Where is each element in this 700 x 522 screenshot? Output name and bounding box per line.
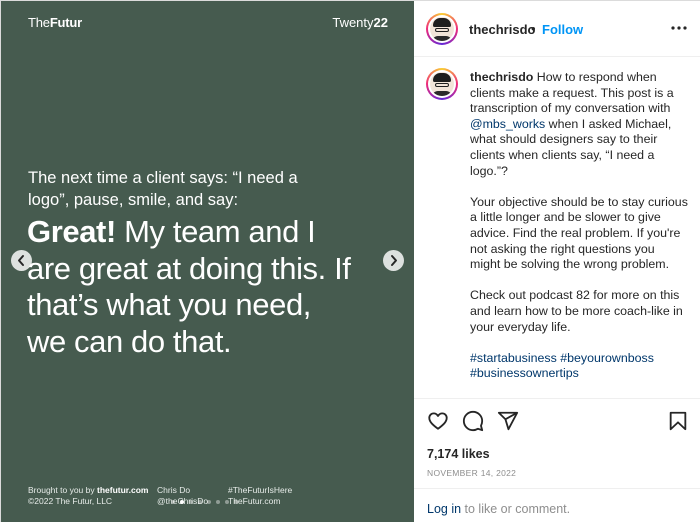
follow-button[interactable]: Follow bbox=[542, 22, 583, 37]
bookmark-icon[interactable] bbox=[667, 410, 689, 432]
like-count[interactable]: 7,174 likes bbox=[427, 447, 490, 461]
carousel-dot bbox=[225, 500, 229, 504]
next-slide-button[interactable] bbox=[383, 250, 404, 271]
slide-headline: Great! My team and I are great at doing … bbox=[27, 214, 351, 359]
comment-bar: Log in to like or comment. bbox=[414, 488, 700, 522]
carousel-indicator bbox=[171, 500, 243, 504]
carousel-dot bbox=[216, 500, 220, 504]
mention-link[interactable]: @mbs_works bbox=[470, 117, 545, 131]
carousel-dot bbox=[207, 500, 211, 504]
hashtag-link[interactable]: #businessownertips bbox=[470, 366, 579, 380]
username-link[interactable]: thechrisdo bbox=[469, 22, 535, 37]
hashtag-links[interactable]: #startabusiness #beyourownboss bbox=[470, 351, 654, 365]
carousel-dot bbox=[234, 500, 238, 504]
comment-icon[interactable] bbox=[462, 410, 484, 432]
separator-dot: • bbox=[531, 21, 536, 36]
brand-logo-left: TheFutur bbox=[28, 15, 83, 30]
brand-logo-right: Twenty22 bbox=[332, 15, 388, 30]
avatar[interactable] bbox=[426, 13, 458, 45]
chevron-left-icon bbox=[18, 255, 24, 266]
more-options-icon[interactable] bbox=[670, 18, 688, 35]
chevron-right-icon bbox=[391, 255, 397, 266]
carousel-dot bbox=[198, 500, 202, 504]
caption-username[interactable]: thechrisdo bbox=[470, 70, 533, 84]
login-link[interactable]: Log in bbox=[427, 502, 461, 516]
post-header: thechrisdo • Follow bbox=[414, 1, 700, 57]
slide-footer-credits: Brought to you by thefutur.com ©2022 The… bbox=[28, 485, 149, 506]
share-icon[interactable] bbox=[497, 410, 519, 432]
caption-avatar[interactable] bbox=[426, 68, 458, 100]
carousel-dot bbox=[189, 500, 193, 504]
caption-paragraph: Your objective should be to stay curious… bbox=[470, 194, 688, 272]
carousel-dot bbox=[180, 500, 184, 504]
post-actions: 7,174 likes NOVEMBER 14, 2022 Log in to … bbox=[414, 398, 700, 522]
caption-section: thechrisdo How to respond when clients m… bbox=[414, 58, 700, 398]
slide-lead-text: The next time a client says: “I need a l… bbox=[28, 169, 298, 209]
carousel-dot bbox=[171, 500, 175, 504]
post-sidebar: thechrisdo • Follow thechrisdo How to re… bbox=[414, 1, 700, 522]
post-media-slide[interactable]: TheFutur Twenty22 The next time a client… bbox=[1, 1, 414, 522]
post-caption: thechrisdo How to respond when clients m… bbox=[470, 70, 688, 381]
instagram-post: TheFutur Twenty22 The next time a client… bbox=[0, 0, 700, 522]
post-date[interactable]: NOVEMBER 14, 2022 bbox=[427, 468, 516, 478]
previous-slide-button[interactable] bbox=[11, 250, 32, 271]
heart-icon[interactable] bbox=[427, 410, 449, 432]
caption-paragraph: Check out podcast 82 for more on this an… bbox=[470, 288, 683, 334]
comment-prompt: Log in to like or comment. bbox=[427, 502, 571, 516]
